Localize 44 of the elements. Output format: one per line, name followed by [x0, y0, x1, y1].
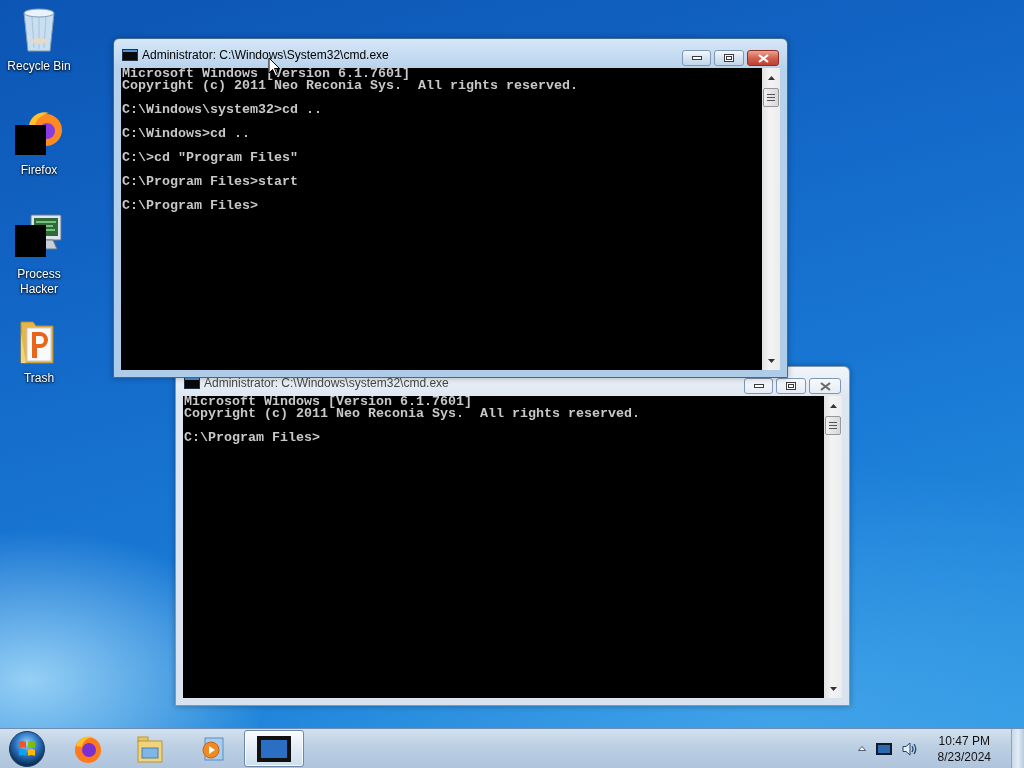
console-line: C:\Program Files>start	[122, 176, 299, 188]
arrow-down-icon	[829, 686, 837, 691]
grip-icon	[767, 94, 775, 101]
console-icon	[257, 735, 291, 762]
arrow-down-icon	[767, 358, 775, 363]
clock-date: 8/23/2024	[937, 749, 991, 765]
clock-time: 10:47 PM	[938, 733, 990, 749]
maximize-icon	[724, 54, 734, 62]
maximize-button[interactable]	[714, 50, 744, 66]
icon-label[interactable]: Firefox	[20, 163, 58, 178]
icon-label[interactable]: Process Hacker	[3, 267, 75, 297]
grip-icon	[829, 422, 837, 429]
arrow-up-icon	[829, 403, 837, 408]
taskbar-button[interactable]	[244, 730, 304, 767]
window-title: Administrator: C:\Windows\System32\cmd.exe	[142, 48, 389, 62]
icon-label[interactable]: Recycle Bin	[7, 59, 71, 74]
icon-label[interactable]: Trash	[23, 371, 55, 386]
scroll-thumb[interactable]	[825, 416, 841, 435]
console-icon	[122, 49, 138, 61]
browser-icon[interactable]	[15, 109, 63, 157]
window-title: Administrator: C:\Windows\system32\cmd.exe	[204, 376, 449, 390]
console-line: C:\Program Files>	[122, 200, 259, 212]
minimize-button[interactable]	[744, 378, 773, 394]
close-icon	[819, 381, 831, 391]
speaker-icon[interactable]	[901, 740, 918, 757]
minimize-icon	[691, 56, 702, 60]
orb-icon	[8, 729, 46, 768]
minimize-icon	[753, 384, 764, 388]
scroll-thumb[interactable]	[763, 88, 779, 107]
caret-up-icon[interactable]	[857, 746, 866, 751]
maximize-button[interactable]	[776, 378, 806, 394]
console-line: C:\Program Files>	[184, 432, 321, 444]
console-line: C:\>cd "Program Files"	[122, 152, 299, 164]
close-button[interactable]	[747, 50, 779, 66]
minimize-button[interactable]	[682, 50, 711, 66]
close-button[interactable]	[809, 378, 841, 394]
maximize-icon	[786, 382, 796, 390]
console-line: Copyright (c) 2011 Neo Reconia Sys. All rights reserved.	[184, 408, 641, 420]
arrow-up-icon	[767, 75, 775, 80]
monitor-icon[interactable]	[875, 742, 892, 755]
console-line: Copyright (c) 2011 Neo Reconia Sys. All rights reserved.	[122, 80, 579, 92]
console-line: C:\Windows\system32>cd ..	[122, 104, 323, 116]
console-line: C:\Windows>cd ..	[122, 128, 251, 140]
close-icon	[757, 53, 769, 63]
